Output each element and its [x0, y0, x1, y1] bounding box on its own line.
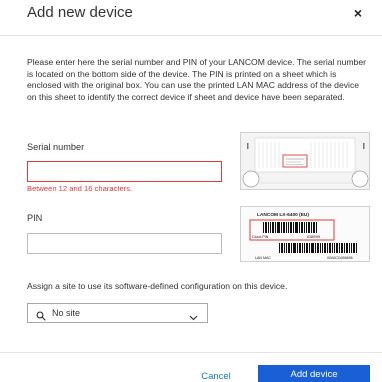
cancel-button[interactable]: Cancel — [186, 369, 246, 382]
site-select[interactable]: No site — [27, 303, 208, 323]
site-select-value: No site — [52, 308, 81, 318]
sheet-model-text: LANCOM LX-6400 (EU) — [257, 212, 309, 218]
pin-input[interactable] — [27, 233, 222, 254]
pin-sheet-illustration: LANCOM LX-6400 (EU) Cloud PIN 6389/99 LA… — [241, 207, 369, 261]
sheet-lan-mac-label: LAN MAC — [255, 256, 271, 260]
sheet-cloud-pin-value: 6389/99 — [307, 235, 320, 239]
dialog-footer: Cancel Add device — [0, 352, 382, 382]
chevron-down-icon — [189, 309, 198, 327]
intro-text: Please enter here the serial number and … — [27, 57, 366, 102]
serial-number-label: Serial number — [27, 142, 85, 152]
sheet-lan-mac-value: 00A0CD456696 — [327, 256, 353, 260]
assign-site-text: Assign a site to use its software-define… — [27, 281, 288, 291]
add-device-button[interactable]: Add device — [258, 365, 370, 382]
serial-number-error: Between 12 and 16 characters. — [27, 184, 133, 193]
dialog-header: Add new device × — [0, 0, 382, 36]
sheet-cloud-pin-label: Cloud PIN — [252, 235, 269, 239]
device-bottom-image — [240, 132, 370, 190]
serial-number-input[interactable] — [27, 161, 222, 182]
pin-label: PIN — [27, 213, 43, 223]
dialog-title: Add new device — [27, 4, 133, 21]
search-icon — [36, 308, 46, 326]
add-device-dialog: Add new device × Please enter here the s… — [0, 0, 382, 382]
pin-sheet-image: LANCOM LX-6400 (EU) Cloud PIN 6389/99 LA… — [240, 206, 370, 262]
close-icon[interactable]: × — [350, 5, 366, 21]
device-illustration — [241, 133, 369, 189]
